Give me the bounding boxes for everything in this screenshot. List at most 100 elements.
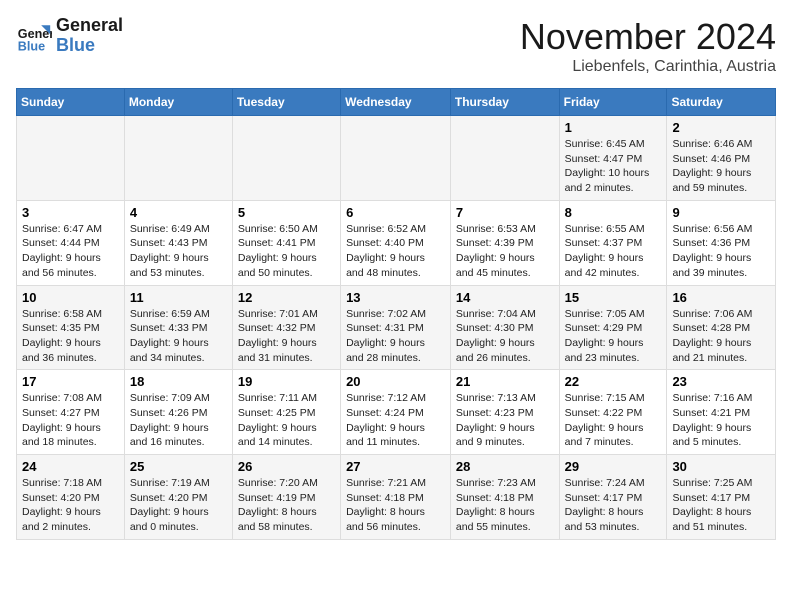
day-info: Sunrise: 7:19 AM Sunset: 4:20 PM Dayligh… xyxy=(130,476,227,535)
week-row-2: 10 Sunrise: 6:58 AM Sunset: 4:35 PM Dayli… xyxy=(17,285,776,370)
day-info: Sunrise: 7:09 AM Sunset: 4:26 PM Dayligh… xyxy=(130,391,227,450)
day-number: 15 xyxy=(565,290,662,305)
day-cell: 20 Sunrise: 7:12 AM Sunset: 4:24 PM Dayli… xyxy=(341,370,451,455)
month-title: November 2024 xyxy=(520,16,776,58)
day-info: Sunrise: 7:04 AM Sunset: 4:30 PM Dayligh… xyxy=(456,307,554,366)
day-cell: 28Sunrise: 7:23 AM Sunset: 4:18 PM Dayli… xyxy=(450,455,559,540)
day-info: Sunrise: 7:18 AM Sunset: 4:20 PM Dayligh… xyxy=(22,476,119,535)
day-number: 28 xyxy=(456,459,554,474)
day-cell: 2 Sunrise: 6:46 AM Sunset: 4:46 PM Daylig… xyxy=(667,116,776,201)
day-cell: 9Sunrise: 6:56 AM Sunset: 4:36 PM Daylig… xyxy=(667,200,776,285)
logo-icon: General Blue xyxy=(16,18,52,54)
day-info: Sunrise: 6:55 AM Sunset: 4:37 PM Dayligh… xyxy=(565,222,662,281)
weekday-header-thursday: Thursday xyxy=(450,89,559,116)
day-number: 12 xyxy=(238,290,335,305)
day-info: Sunrise: 6:49 AM Sunset: 4:43 PM Dayligh… xyxy=(130,222,227,281)
weekday-header-saturday: Saturday xyxy=(667,89,776,116)
logo: General Blue General Blue xyxy=(16,16,123,56)
day-number: 9 xyxy=(672,205,770,220)
day-info: Sunrise: 7:25 AM Sunset: 4:17 PM Dayligh… xyxy=(672,476,770,535)
weekday-header-sunday: Sunday xyxy=(17,89,125,116)
day-info: Sunrise: 7:20 AM Sunset: 4:19 PM Dayligh… xyxy=(238,476,335,535)
day-cell: 30Sunrise: 7:25 AM Sunset: 4:17 PM Dayli… xyxy=(667,455,776,540)
day-cell: 4 Sunrise: 6:49 AM Sunset: 4:43 PM Daylig… xyxy=(124,200,232,285)
day-info: Sunrise: 7:15 AM Sunset: 4:22 PM Dayligh… xyxy=(565,391,662,450)
day-info: Sunrise: 7:16 AM Sunset: 4:21 PM Dayligh… xyxy=(672,391,770,450)
day-number: 2 xyxy=(672,120,770,135)
day-cell: 16Sunrise: 7:06 AM Sunset: 4:28 PM Dayli… xyxy=(667,285,776,370)
day-number: 7 xyxy=(456,205,554,220)
svg-text:Blue: Blue xyxy=(18,39,45,53)
day-info: Sunrise: 6:46 AM Sunset: 4:46 PM Dayligh… xyxy=(672,137,770,196)
day-number: 14 xyxy=(456,290,554,305)
day-cell xyxy=(341,116,451,201)
day-info: Sunrise: 6:50 AM Sunset: 4:41 PM Dayligh… xyxy=(238,222,335,281)
day-number: 16 xyxy=(672,290,770,305)
day-cell: 15 Sunrise: 7:05 AM Sunset: 4:29 PM Dayli… xyxy=(559,285,667,370)
logo-line2: Blue xyxy=(56,36,123,56)
weekday-header-wednesday: Wednesday xyxy=(341,89,451,116)
day-info: Sunrise: 7:13 AM Sunset: 4:23 PM Dayligh… xyxy=(456,391,554,450)
day-cell xyxy=(124,116,232,201)
day-cell: 11Sunrise: 6:59 AM Sunset: 4:33 PM Dayli… xyxy=(124,285,232,370)
day-number: 4 xyxy=(130,205,227,220)
day-info: Sunrise: 7:24 AM Sunset: 4:17 PM Dayligh… xyxy=(565,476,662,535)
weekday-header-friday: Friday xyxy=(559,89,667,116)
day-cell: 8 Sunrise: 6:55 AM Sunset: 4:37 PM Daylig… xyxy=(559,200,667,285)
day-cell: 23 Sunrise: 7:16 AM Sunset: 4:21 PM Dayli… xyxy=(667,370,776,455)
day-cell: 25Sunrise: 7:19 AM Sunset: 4:20 PM Dayli… xyxy=(124,455,232,540)
day-cell: 13 Sunrise: 7:02 AM Sunset: 4:31 PM Dayli… xyxy=(341,285,451,370)
title-area: November 2024 Liebenfels, Carinthia, Aus… xyxy=(520,16,776,76)
day-info: Sunrise: 6:47 AM Sunset: 4:44 PM Dayligh… xyxy=(22,222,119,281)
day-info: Sunrise: 7:11 AM Sunset: 4:25 PM Dayligh… xyxy=(238,391,335,450)
day-number: 13 xyxy=(346,290,445,305)
logo-text: General Blue xyxy=(56,16,123,56)
day-info: Sunrise: 7:02 AM Sunset: 4:31 PM Dayligh… xyxy=(346,307,445,366)
day-number: 27 xyxy=(346,459,445,474)
day-info: Sunrise: 6:59 AM Sunset: 4:33 PM Dayligh… xyxy=(130,307,227,366)
day-cell xyxy=(450,116,559,201)
day-number: 5 xyxy=(238,205,335,220)
day-cell: 10 Sunrise: 6:58 AM Sunset: 4:35 PM Dayli… xyxy=(17,285,125,370)
day-cell xyxy=(17,116,125,201)
day-number: 3 xyxy=(22,205,119,220)
day-number: 24 xyxy=(22,459,119,474)
day-info: Sunrise: 6:58 AM Sunset: 4:35 PM Dayligh… xyxy=(22,307,119,366)
week-row-1: 3 Sunrise: 6:47 AM Sunset: 4:44 PM Daylig… xyxy=(17,200,776,285)
day-info: Sunrise: 6:52 AM Sunset: 4:40 PM Dayligh… xyxy=(346,222,445,281)
day-cell: 24 Sunrise: 7:18 AM Sunset: 4:20 PM Dayli… xyxy=(17,455,125,540)
weekday-header-row: SundayMondayTuesdayWednesdayThursdayFrid… xyxy=(17,89,776,116)
day-number: 23 xyxy=(672,374,770,389)
weekday-header-tuesday: Tuesday xyxy=(232,89,340,116)
day-cell: 27 Sunrise: 7:21 AM Sunset: 4:18 PM Dayli… xyxy=(341,455,451,540)
day-number: 19 xyxy=(238,374,335,389)
day-number: 8 xyxy=(565,205,662,220)
day-info: Sunrise: 7:21 AM Sunset: 4:18 PM Dayligh… xyxy=(346,476,445,535)
day-cell: 26Sunrise: 7:20 AM Sunset: 4:19 PM Dayli… xyxy=(232,455,340,540)
day-number: 6 xyxy=(346,205,445,220)
day-number: 21 xyxy=(456,374,554,389)
day-number: 18 xyxy=(130,374,227,389)
day-info: Sunrise: 7:12 AM Sunset: 4:24 PM Dayligh… xyxy=(346,391,445,450)
day-cell: 22 Sunrise: 7:15 AM Sunset: 4:22 PM Dayli… xyxy=(559,370,667,455)
day-cell: 17Sunrise: 7:08 AM Sunset: 4:27 PM Dayli… xyxy=(17,370,125,455)
header: General Blue General Blue November 2024 … xyxy=(16,16,776,76)
day-cell: 18 Sunrise: 7:09 AM Sunset: 4:26 PM Dayli… xyxy=(124,370,232,455)
day-number: 20 xyxy=(346,374,445,389)
day-cell: 14 Sunrise: 7:04 AM Sunset: 4:30 PM Dayli… xyxy=(450,285,559,370)
day-number: 22 xyxy=(565,374,662,389)
week-row-3: 17Sunrise: 7:08 AM Sunset: 4:27 PM Dayli… xyxy=(17,370,776,455)
day-number: 17 xyxy=(22,374,119,389)
day-cell: 12Sunrise: 7:01 AM Sunset: 4:32 PM Dayli… xyxy=(232,285,340,370)
day-number: 29 xyxy=(565,459,662,474)
location-title: Liebenfels, Carinthia, Austria xyxy=(520,58,776,76)
day-info: Sunrise: 7:05 AM Sunset: 4:29 PM Dayligh… xyxy=(565,307,662,366)
week-row-0: 1 Sunrise: 6:45 AM Sunset: 4:47 PM Daylig… xyxy=(17,116,776,201)
calendar-table: SundayMondayTuesdayWednesdayThursdayFrid… xyxy=(16,88,776,540)
day-cell: 1 Sunrise: 6:45 AM Sunset: 4:47 PM Daylig… xyxy=(559,116,667,201)
day-info: Sunrise: 6:53 AM Sunset: 4:39 PM Dayligh… xyxy=(456,222,554,281)
day-number: 1 xyxy=(565,120,662,135)
day-number: 10 xyxy=(22,290,119,305)
week-row-4: 24 Sunrise: 7:18 AM Sunset: 4:20 PM Dayli… xyxy=(17,455,776,540)
day-info: Sunrise: 6:45 AM Sunset: 4:47 PM Dayligh… xyxy=(565,137,662,196)
